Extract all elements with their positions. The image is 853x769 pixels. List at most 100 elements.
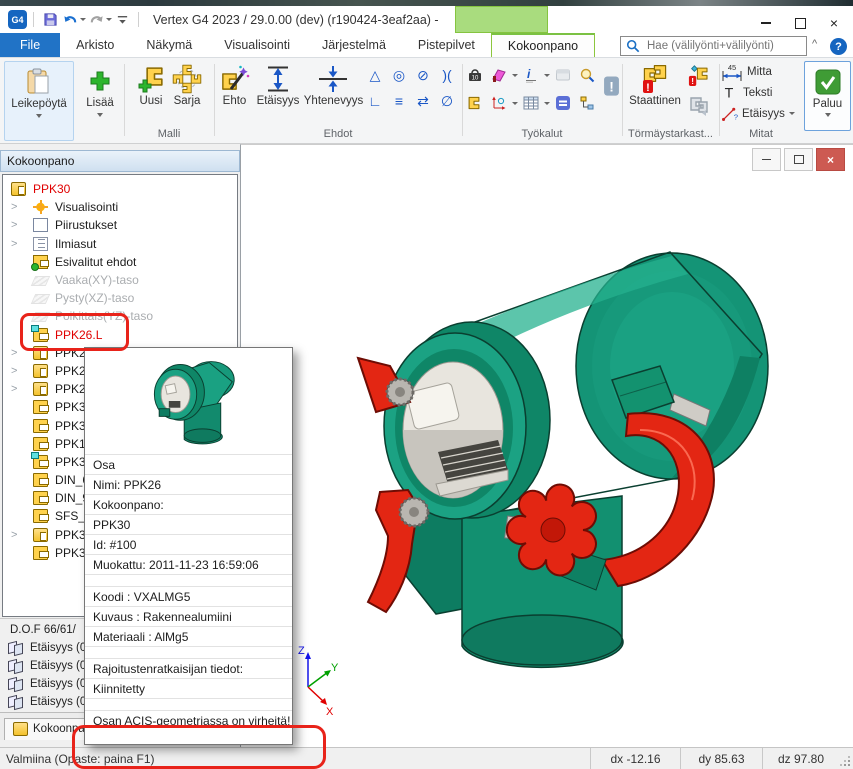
dropdown-caret-icon[interactable] <box>544 74 550 77</box>
yhtenevyys-label: Yhtenevyys <box>304 95 363 108</box>
tooltip-row: Kokoonpano: <box>85 494 292 514</box>
dropdown-caret-icon[interactable] <box>512 74 518 77</box>
axes-tool-button[interactable] <box>488 93 510 113</box>
parallel-constraint-icon[interactable]: ≡ <box>388 91 410 111</box>
collision-disabled-button[interactable] <box>688 95 710 122</box>
expander-icon[interactable]: > <box>11 201 33 213</box>
etaisyys-measure-button[interactable]: ? Etäisyys <box>721 105 801 122</box>
redo-button[interactable] <box>86 10 106 30</box>
expander-icon[interactable]: > <box>11 383 33 395</box>
part-preview-image <box>134 351 244 451</box>
table-tool-button[interactable] <box>520 93 542 113</box>
ribbon-tab[interactable]: Näkymä <box>130 33 208 57</box>
expander-icon[interactable]: > <box>11 219 33 231</box>
ribbon-tab[interactable]: Visualisointi <box>208 33 306 57</box>
dof-item-label: Etäisyys (0 <box>30 696 86 708</box>
save-button[interactable] <box>40 10 60 30</box>
expander-icon[interactable]: > <box>11 347 33 359</box>
customize-quick-access-button[interactable] <box>112 10 132 30</box>
app-logo-icon[interactable]: G4 <box>8 10 27 29</box>
window-minimize-button[interactable] <box>749 12 783 34</box>
search-input[interactable] <box>645 39 806 53</box>
ribbon-tab[interactable]: Pistepilvet <box>402 33 491 57</box>
tree-item-label: Pysty(XZ)-taso <box>55 291 134 305</box>
expander-icon[interactable]: > <box>11 238 33 250</box>
distance-constraint-item-icon <box>8 677 24 691</box>
ribbon-tab-label: Järjestelmä <box>322 38 386 52</box>
yhtenevyys-button[interactable]: Yhtenevyys <box>303 61 364 108</box>
warning-badge-button[interactable]: ! <box>603 75 620 102</box>
material-tool-button[interactable] <box>488 65 510 85</box>
sarja-button[interactable]: Sarja <box>172 61 202 108</box>
teksti-button[interactable]: T Teksti <box>721 85 801 101</box>
dof-item-label: Etäisyys (0 <box>30 678 86 690</box>
etaisyys-constraint-button[interactable]: Etäisyys <box>253 61 303 108</box>
opposed-constraint-icon[interactable]: ⇄ <box>412 91 434 111</box>
info-tool-button[interactable]: i <box>520 65 542 85</box>
dropdown-caret-icon <box>97 113 103 117</box>
document-window-controls: × <box>752 148 845 171</box>
tyokalut-group-label: Työkalut <box>464 128 620 140</box>
panel-tool-button-disabled[interactable] <box>552 65 574 85</box>
document-restore-button[interactable] <box>784 148 813 171</box>
ribbon-tab[interactable]: Järjestelmä <box>306 33 402 57</box>
dropdown-caret-icon[interactable] <box>544 102 550 105</box>
svg-text:!: ! <box>646 82 650 94</box>
tree-item-icon <box>33 509 48 523</box>
tree-item[interactable]: PPK30 <box>3 180 237 198</box>
tree-item-icon <box>11 182 26 196</box>
tooltip-row-text: Osan ACIS-geometriassa on virheitä! <box>93 714 290 728</box>
chevron-up-icon[interactable]: ^ <box>812 38 817 50</box>
angle-constraint-icon[interactable]: △ <box>364 65 386 85</box>
staattinen-button[interactable]: ! Staattinen <box>624 61 686 108</box>
uusi-button[interactable]: Uusi <box>136 61 166 108</box>
tree-item[interactable]: Vaaka(XY)-taso <box>3 271 237 289</box>
paluu-button[interactable]: Paluu <box>804 61 851 131</box>
weight-tool-button[interactable]: 10 <box>464 65 486 85</box>
component-icon <box>467 95 483 111</box>
assembly-panel-tab[interactable]: Kokoonpa <box>4 718 96 740</box>
tree-item[interactable]: Poikittais(YZ)-taso <box>3 307 237 325</box>
titlebar: G4 Vertex G4 2023 / 29.0.00 (dev) (r1904… <box>0 6 853 33</box>
tree-item-icon <box>31 312 50 322</box>
measure-axes-icon <box>491 95 507 111</box>
add-button[interactable]: Lisää <box>78 63 122 117</box>
document-minimize-button[interactable] <box>752 148 781 171</box>
zoom-tool-button[interactable] <box>576 65 598 85</box>
expander-icon[interactable]: > <box>11 529 33 541</box>
undo-button[interactable] <box>60 10 80 30</box>
clipboard-button[interactable]: Leikepöytä <box>5 64 73 118</box>
equals-tool-button[interactable] <box>552 93 574 113</box>
concentric-constraint-icon[interactable]: ◎ <box>388 65 410 85</box>
search-box[interactable] <box>620 36 807 56</box>
tooltip-row-text: Materiaali : AlMg5 <box>93 630 188 644</box>
tree-item[interactable]: Esivalitut ehdot <box>3 253 237 271</box>
ehto-button[interactable]: Ehto <box>216 61 253 108</box>
dynamic-collision-button[interactable]: ! <box>688 63 710 92</box>
tree-item[interactable]: > Ilmiasut <box>3 235 237 253</box>
tree-item[interactable]: PPK26.L <box>3 326 237 344</box>
document-close-button[interactable]: × <box>816 148 845 171</box>
ribbon-tab[interactable]: Kokoonpano <box>491 33 595 57</box>
hierarchy-tool-button[interactable] <box>576 93 598 113</box>
tooltip-row-text: Koodi : VXALMG5 <box>93 590 190 604</box>
ribbon-tab[interactable]: File <box>0 33 60 57</box>
mitta-button[interactable]: 45 Mitta <box>721 63 801 81</box>
contextual-tab-highlight <box>455 6 548 33</box>
window-maximize-button[interactable] <box>783 12 817 34</box>
expander-icon[interactable]: > <box>11 365 33 377</box>
tree-item[interactable]: Pysty(XZ)-taso <box>3 289 237 307</box>
tree-item[interactable]: > Piirustukset <box>3 216 237 234</box>
help-button[interactable]: ? <box>830 38 847 55</box>
window-close-button[interactable]: × <box>817 12 851 34</box>
perpendicular-constraint-icon[interactable]: ∟ <box>364 91 386 111</box>
ribbon-tab[interactable]: Arkisto <box>60 33 130 57</box>
bracket-tool-button[interactable] <box>464 93 486 113</box>
tree-item[interactable]: > Visualisointi <box>3 198 237 216</box>
resize-grip[interactable] <box>839 748 853 769</box>
diameter-constraint-icon[interactable]: ∅ <box>436 91 458 111</box>
tangent-constraint-icon[interactable]: ⊘ <box>412 65 434 85</box>
assembly-panel-header[interactable]: Kokoonpano <box>0 150 240 172</box>
dropdown-caret-icon[interactable] <box>512 102 518 105</box>
symmetry-constraint-icon[interactable]: )( <box>436 65 458 85</box>
